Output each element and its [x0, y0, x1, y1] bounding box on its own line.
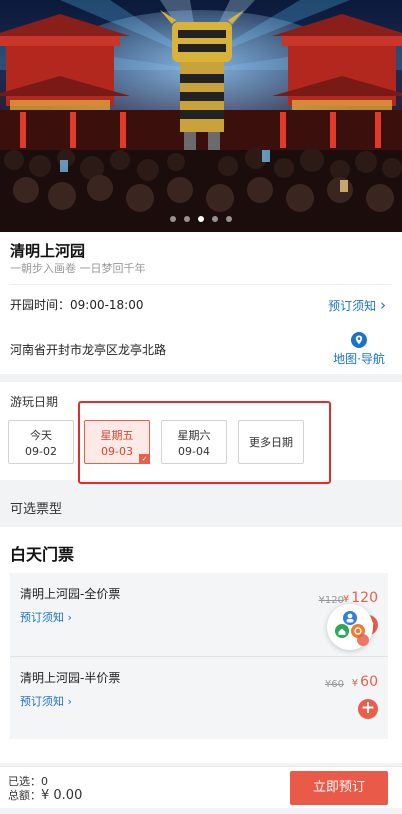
date-option-selected[interactable]: 星期五 09-03 ✓ [84, 420, 150, 464]
date-weekday: 今天 [30, 429, 52, 442]
checkout-footer: 已选：0 总额：¥ 0.00 立即预订 [0, 766, 402, 808]
map-nav-label: 地图·导航 [333, 352, 385, 366]
ticket-name: 清明上河园-半价票 [20, 671, 121, 685]
book-now-button[interactable]: 立即预订 [290, 771, 388, 805]
date-weekday: 星期五 [100, 429, 134, 442]
chevron-right-icon: › [380, 296, 386, 314]
map-pin-icon [351, 332, 367, 348]
carousel-dot[interactable] [184, 216, 190, 222]
ticket-category-title: 白天门票 [10, 545, 75, 564]
visit-date-section: 游玩日期 今天 09-02 星期五 09-03 ✓ 星期六 09-04 更多日期 [0, 382, 402, 480]
carousel-dot[interactable] [212, 216, 218, 222]
divider [10, 284, 392, 285]
hero-illustration [0, 0, 402, 232]
carousel-dot-active[interactable] [198, 216, 204, 222]
attraction-info: 清明上河园 一朝步入画卷 一日梦回千年 开园时间：09:00-18:00 预订须… [0, 232, 402, 374]
price-value: 60 [360, 674, 378, 690]
date-option-today[interactable]: 今天 09-02 [8, 420, 74, 464]
more-dates-label: 更多日期 [249, 436, 293, 449]
carousel-indicator [0, 216, 402, 222]
visit-date-label: 游玩日期 [10, 395, 59, 409]
ticket-type-label: 可选票型 [10, 502, 63, 517]
ticket-notice-link[interactable]: 预订须知 › [20, 693, 72, 709]
original-price: ¥60 [324, 679, 344, 690]
ticket-row[interactable]: 清明上河园-半价票 预订须知 › ¥60 ¥60 + [10, 656, 388, 738]
booking-notice-link[interactable]: 预订须知 › [328, 296, 386, 314]
assistant-icon [335, 611, 369, 646]
date-option-saturday[interactable]: 星期六 09-04 [161, 420, 227, 464]
opening-hours: 开园时间：09:00-18:00 [10, 298, 144, 312]
total-amount: 总额：¥ 0.00 [8, 787, 82, 803]
more-dates-button[interactable]: 更多日期 [238, 420, 304, 464]
plus-icon: + [360, 698, 376, 718]
ticket-list: 清明上河园-全价票 预订须知 › ¥120 ¥120 + 清明上河园-半价票 预… [10, 573, 388, 739]
carousel-dot[interactable] [170, 216, 176, 222]
date-value: 09-04 [178, 445, 210, 458]
attraction-title: 清明上河园 [10, 242, 86, 260]
booking-notice-label: 预订须知 [328, 299, 377, 313]
ticket-notice-link[interactable]: 预订须知 › [20, 609, 72, 625]
address-text: 河南省开封市龙亭区龙亭北路 [10, 343, 167, 357]
floating-assistant-button[interactable] [327, 604, 373, 650]
currency-symbol: ¥ [351, 678, 359, 689]
date-value: 09-02 [25, 445, 57, 458]
map-navigation-button[interactable]: 地图·导航 [332, 332, 386, 367]
ticket-price: ¥60 [352, 674, 378, 690]
total-value: ¥ 0.00 [41, 788, 83, 803]
total-label: 总额： [8, 789, 41, 802]
ticket-name: 清明上河园-全价票 [20, 587, 121, 601]
carousel-dot[interactable] [226, 216, 232, 222]
hero-image[interactable] [0, 0, 402, 232]
add-ticket-button[interactable]: + [358, 699, 378, 719]
ticket-type-header: 可选票型 [0, 487, 402, 527]
attraction-subtitle: 一朝步入画卷 一日梦回千年 [10, 262, 146, 275]
check-icon: ✓ [139, 454, 150, 464]
date-weekday: 星期六 [177, 429, 211, 442]
